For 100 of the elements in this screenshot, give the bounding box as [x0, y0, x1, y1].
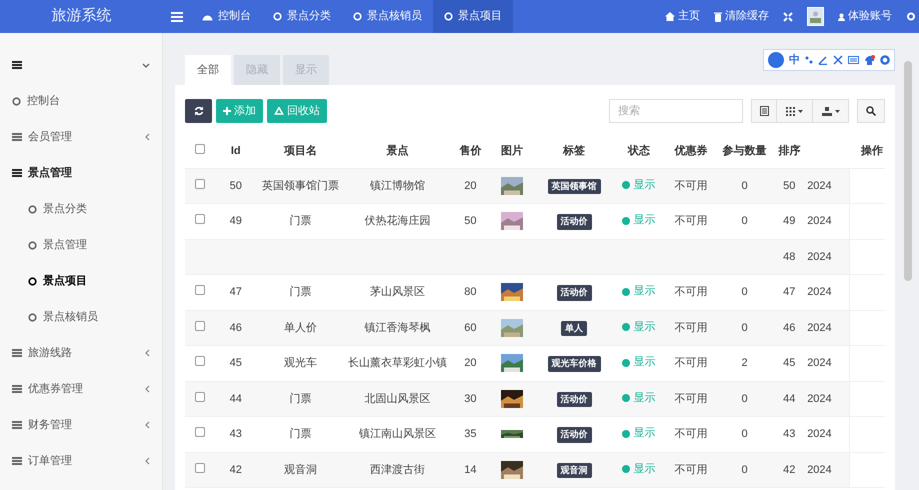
scrollbar[interactable]	[904, 61, 912, 281]
name-cell: 观音洞	[284, 464, 318, 476]
nav-tab[interactable]: 景点核销员	[342, 0, 433, 33]
column-header[interactable]: 景点	[386, 145, 409, 157]
refresh-button[interactable]	[185, 99, 212, 123]
date-cell: 2024	[807, 250, 832, 262]
search-button[interactable]	[857, 99, 885, 123]
settings-icon[interactable]	[880, 55, 890, 65]
date-cell: 2024	[807, 286, 832, 298]
nav-tab[interactable]: 景点分类	[262, 0, 342, 33]
header-link[interactable]: 主页	[665, 8, 700, 25]
column-header[interactable]: Id	[230, 145, 241, 157]
date-cell: 2024	[807, 180, 832, 192]
columns-dropdown[interactable]	[777, 99, 813, 123]
expand-icon[interactable]	[783, 12, 793, 22]
sidebar-item[interactable]: 景点管理	[0, 155, 162, 191]
column-header[interactable]: 参与数量	[722, 145, 767, 157]
name-cell: 门票	[290, 215, 312, 227]
price-cell: 20	[464, 357, 477, 369]
spot-cell: 西津渡古街	[370, 464, 426, 476]
list-icon	[12, 421, 22, 429]
gear-icon[interactable]	[906, 11, 915, 22]
shirt-icon[interactable]	[864, 54, 875, 66]
name-cell: 门票	[290, 428, 312, 440]
column-header[interactable]: 图片	[501, 145, 524, 157]
search-icon	[866, 106, 876, 116]
date-cell: 2024	[807, 392, 832, 404]
scissors-icon[interactable]	[833, 55, 843, 65]
order-cell: 45	[783, 357, 796, 369]
sidebar-subitem[interactable]: 景点管理	[0, 227, 162, 263]
column-header[interactable]: 排序	[778, 145, 800, 157]
pen-icon[interactable]	[818, 55, 828, 65]
caret-icon	[834, 110, 840, 112]
name-cell: 单人价	[284, 322, 318, 334]
column-header[interactable]: 售价	[459, 145, 482, 157]
row-checkbox[interactable]	[194, 214, 205, 224]
filter-tab[interactable]: 全部	[185, 55, 231, 85]
order-cell: 43	[783, 428, 796, 440]
count-cell: 0	[741, 392, 748, 404]
sidebar-subitem[interactable]: 景点分类	[0, 191, 162, 227]
logo-text: 旅游系统	[52, 6, 112, 26]
sidebar-item[interactable]: 会员管理	[0, 119, 162, 155]
status-label: 显示	[622, 390, 656, 406]
select-all-checkbox[interactable]	[194, 144, 205, 154]
circle-icon	[28, 276, 37, 286]
column-header[interactable]: 项目名	[284, 145, 318, 157]
coupon-cell: 不可用	[674, 392, 708, 404]
column-header[interactable]: 操作	[861, 145, 883, 157]
column-header[interactable]: 状态	[628, 145, 650, 157]
sidebar-subitem[interactable]: 景点项目	[0, 263, 162, 299]
id-cell: 45	[230, 357, 242, 369]
row-checkbox[interactable]	[194, 427, 205, 437]
sidebar-item[interactable]: 财务管理	[0, 407, 162, 443]
chevron-left-icon	[145, 457, 150, 465]
ime-logo-icon[interactable]	[768, 52, 784, 68]
sidebar-item[interactable]: 控制台	[0, 83, 162, 119]
row-checkbox[interactable]	[194, 285, 205, 295]
order-cell: 42	[783, 464, 796, 476]
row-checkbox[interactable]	[194, 462, 205, 472]
row-checkbox[interactable]	[194, 356, 205, 366]
tag-label: 活动价	[556, 285, 592, 300]
id-cell: 50	[230, 180, 242, 192]
tag-label: 观音洞	[556, 462, 592, 478]
column-header[interactable]: 标签	[563, 145, 586, 157]
row-checkbox[interactable]	[194, 392, 205, 402]
circle-icon	[353, 12, 362, 21]
price-cell: 80	[464, 286, 477, 298]
keyboard-icon[interactable]	[848, 56, 859, 64]
status-label: 显示	[622, 460, 656, 478]
circle-icon	[28, 204, 37, 214]
sidebar-subitem[interactable]: 景点核销员	[0, 299, 162, 335]
status-label: 显示	[622, 283, 656, 300]
nav-tab[interactable]: 控制台	[191, 0, 262, 33]
date-cell: 2024	[807, 464, 832, 476]
export-dropdown[interactable]	[813, 99, 849, 123]
account-menu[interactable]: 体验账号	[838, 8, 892, 25]
coupon-cell: 不可用	[674, 286, 708, 298]
count-cell: 0	[741, 322, 748, 334]
plus-icon	[223, 107, 231, 115]
count-cell: 0	[741, 464, 748, 476]
count-cell: 0	[741, 180, 748, 192]
sidebar-item[interactable]: 旅游线路	[0, 335, 162, 371]
avatar-image[interactable]	[807, 7, 824, 26]
menu-icon[interactable]	[171, 12, 183, 22]
count-cell: 0	[741, 286, 748, 298]
date-cell: 2024	[807, 215, 832, 227]
toggle-view-button[interactable]	[751, 99, 777, 123]
header-link[interactable]: 清除缓存	[714, 8, 769, 25]
home-icon	[665, 12, 675, 21]
search-field[interactable]: 搜索	[609, 99, 743, 123]
row-checkbox[interactable]	[194, 320, 205, 330]
price-cell: 14	[464, 464, 477, 476]
row-checkbox[interactable]	[194, 178, 205, 188]
punctuation-icon[interactable]	[805, 56, 813, 64]
nav-tab[interactable]: 景点项目	[433, 0, 513, 33]
order-cell: 44	[783, 392, 796, 404]
sidebar-item[interactable]: 优惠券管理	[0, 371, 162, 407]
column-header[interactable]: 优惠券	[674, 145, 708, 157]
ime-mode-toggle[interactable]: 中	[789, 52, 800, 68]
sidebar-item[interactable]: 订单管理	[0, 443, 162, 479]
